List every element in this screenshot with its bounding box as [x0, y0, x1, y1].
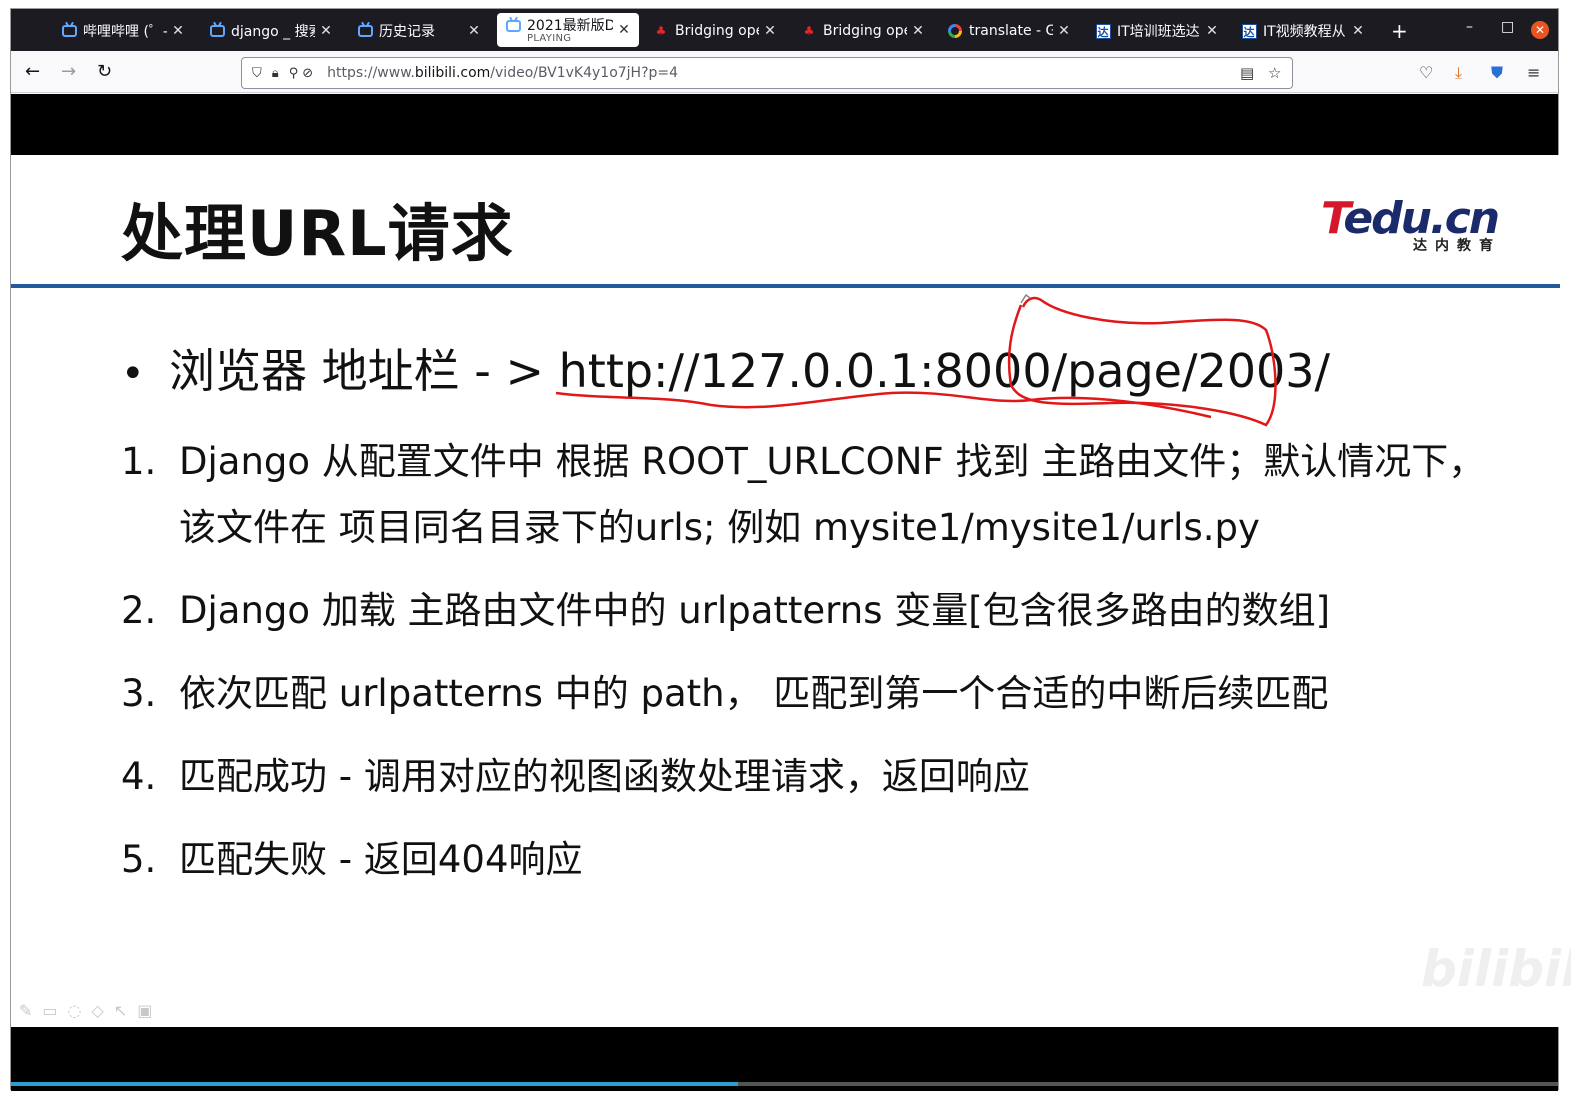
tab-bilibili-home[interactable]: 哔哩哔哩 (゜-゜) ✕ [53, 13, 193, 49]
tab-bridging-2[interactable]: ♣ Bridging ope ✕ [793, 13, 933, 49]
tab-title: translate - Go [969, 23, 1053, 39]
bullet-url: • 浏览器 地址栏 - > http://127.0.0.1:8000/page/… [121, 344, 1331, 398]
navigation-bar: ← → ↻ ⛉ 🔒︎ ⚲ ⊘ https://www.bilibili.com/… [11, 51, 1558, 93]
pen-cursor-icon [1020, 293, 1031, 304]
tab-bridging-1[interactable]: ♣ Bridging ope ✕ [645, 13, 785, 49]
title-divider [11, 284, 1560, 288]
highlighter-icon[interactable]: ◌ [68, 1001, 82, 1020]
tab-title: 历史记录 [379, 24, 435, 40]
maple-leaf-icon: ♣ [803, 24, 815, 38]
maximize-button[interactable]: □ [1501, 19, 1514, 35]
tab-title: django _ 搜索 [231, 24, 315, 40]
close-icon[interactable]: ✕ [1057, 23, 1071, 39]
tab-playing-label: PLAYING [527, 33, 572, 44]
reader-view-icon[interactable]: ▤ [1240, 64, 1254, 82]
close-icon[interactable]: ✕ [319, 23, 333, 39]
close-icon[interactable]: ✕ [1351, 23, 1365, 39]
tab-title: IT视频教程从 [1263, 24, 1346, 40]
close-icon[interactable]: ✕ [763, 23, 777, 39]
bilibili-icon [209, 23, 225, 39]
bookmark-star-icon[interactable]: ☆ [1268, 64, 1281, 82]
video-player[interactable]: 处理URL请求 Tedu.cn 达内教育 • 浏览器 地址栏 - > http:/… [11, 94, 1571, 1091]
video-progress-bar[interactable] [11, 1082, 1558, 1086]
screen-icon[interactable]: ▣ [137, 1001, 152, 1020]
url-text[interactable]: https://www.bilibili.com/video/BV1vK4y1o… [327, 65, 678, 81]
tedu-icon: 达 [1095, 23, 1111, 39]
list-item-4: 4. 匹配成功 - 调用对应的视图函数处理请求，返回响应 [121, 755, 1030, 798]
tab-django-search[interactable]: django _ 搜索 ✕ [201, 13, 341, 49]
menu-icon[interactable]: ≡ [1527, 63, 1540, 82]
tedu-logo: Tedu.cn 达内教育 [1321, 193, 1501, 254]
close-icon[interactable]: ✕ [171, 23, 185, 39]
reload-button[interactable]: ↻ [97, 61, 112, 82]
download-icon[interactable]: ⤓ [1455, 63, 1462, 83]
list-item-1: 1. Django 从配置文件中 根据 ROOT_URLCONF 找到 主路由文件… [121, 440, 1486, 483]
tab-bar: 哔哩哔哩 (゜-゜) ✕ django _ 搜索 ✕ 历史记录 ✕ 2021最新… [11, 9, 1558, 51]
eraser-icon[interactable]: ▭ [42, 1001, 57, 1020]
close-icon[interactable]: ✕ [1205, 23, 1219, 39]
close-icon[interactable]: ✕ [617, 22, 631, 38]
address-bar[interactable]: ⛉ 🔒︎ ⚲ ⊘ https://www.bilibili.com/video/… [241, 57, 1293, 89]
progress-fill [11, 1082, 739, 1086]
tab-title: 2021最新版Dj [527, 18, 613, 34]
forward-button[interactable]: → [61, 61, 76, 82]
permissions-icon[interactable]: ⚲ [289, 66, 299, 81]
list-item-5: 5. 匹配失败 - 返回404响应 [121, 838, 583, 881]
tab-title: 哔哩哔哩 (゜-゜) [83, 24, 167, 40]
bilibili-icon [505, 18, 521, 34]
list-item-2: 2. Django 加载 主路由文件中的 urlpatterns 变量[包含很多路… [121, 589, 1331, 632]
lock-icon[interactable]: 🔒︎ [272, 66, 279, 81]
pocket-icon[interactable]: ♡ [1419, 63, 1433, 82]
pointer-icon[interactable]: ↖ [114, 1001, 127, 1020]
pen-icon[interactable]: ✎ [19, 1001, 32, 1020]
tab-tedu-2[interactable]: 达 IT视频教程从 ✕ [1233, 13, 1373, 49]
window-close-button[interactable]: ✕ [1531, 21, 1549, 39]
minimize-button[interactable]: – [1466, 19, 1473, 35]
tab-history[interactable]: 历史记录 ✕ [349, 13, 489, 49]
browser-window: 哔哩哔哩 (゜-゜) ✕ django _ 搜索 ✕ 历史记录 ✕ 2021最新… [10, 8, 1571, 1091]
marker-icon[interactable]: ◇ [92, 1001, 104, 1020]
bilibili-icon [61, 23, 77, 39]
tab-tedu-1[interactable]: 达 IT培训班选达 ✕ [1087, 13, 1227, 49]
close-icon[interactable]: ✕ [467, 23, 481, 39]
tab-video-playing[interactable]: 2021最新版Dj PLAYING ✕ [497, 13, 639, 47]
tab-google-translate[interactable]: translate - Go ✕ [939, 13, 1079, 49]
tab-title: Bridging ope [675, 23, 759, 39]
bilibili-icon [357, 23, 373, 39]
annotation-toolbar[interactable]: ✎ ▭ ◌ ◇ ↖ ▣ [19, 1001, 152, 1020]
maple-leaf-icon: ♣ [655, 24, 667, 38]
lecture-slide: 处理URL请求 Tedu.cn 达内教育 • 浏览器 地址栏 - > http:/… [11, 155, 1571, 1027]
new-tab-button[interactable]: + [1391, 19, 1408, 43]
list-item-1-continued: 该文件在 项目同名目录下的urls; 例如 mysite1/mysite1/ur… [179, 506, 1260, 549]
google-icon [947, 23, 963, 39]
list-item-3: 3. 依次匹配 urlpatterns 中的 path， 匹配到第一个合适的中断后… [121, 672, 1329, 715]
bilibili-watermark: bilibili [1421, 940, 1571, 998]
tedu-icon: 达 [1241, 23, 1257, 39]
autoplay-blocked-icon[interactable]: ⊘ [302, 66, 313, 81]
shield-icon[interactable]: ⛉ [252, 66, 262, 81]
extension-icon[interactable]: ⛊ [1491, 63, 1503, 83]
tab-title: IT培训班选达 [1117, 24, 1200, 40]
tab-title: Bridging ope [823, 23, 907, 39]
back-button[interactable]: ← [25, 61, 40, 82]
slide-title: 处理URL请求 [121, 197, 514, 270]
close-icon[interactable]: ✕ [911, 23, 925, 39]
